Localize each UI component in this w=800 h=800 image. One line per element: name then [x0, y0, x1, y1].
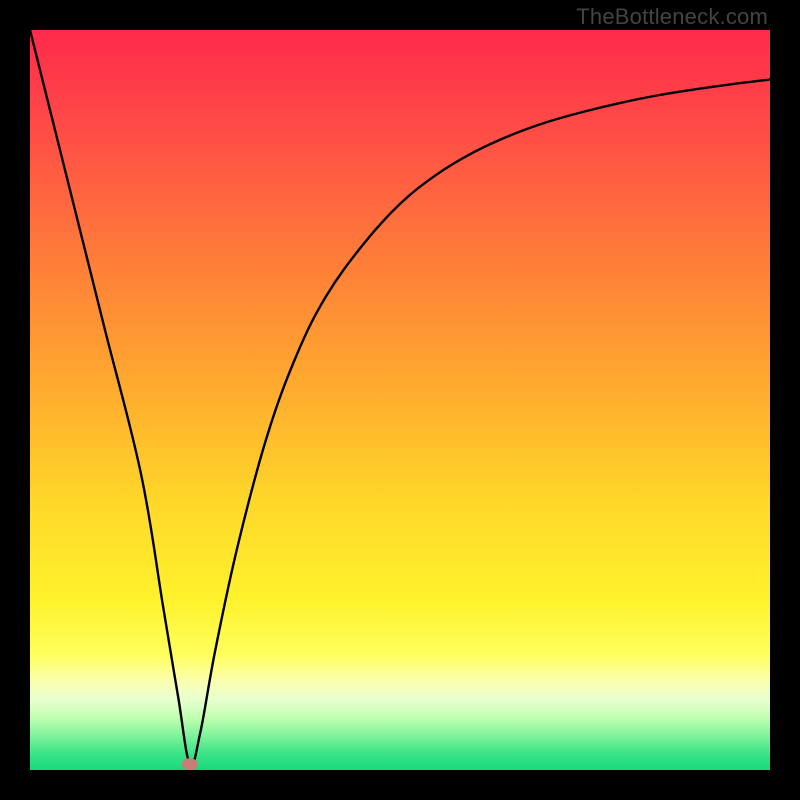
watermark-text: TheBottleneck.com: [576, 4, 768, 30]
optimum-marker: [182, 758, 198, 770]
chart-frame: TheBottleneck.com: [0, 0, 800, 800]
plot-area: [30, 30, 770, 770]
bottleneck-curve: [30, 30, 770, 770]
